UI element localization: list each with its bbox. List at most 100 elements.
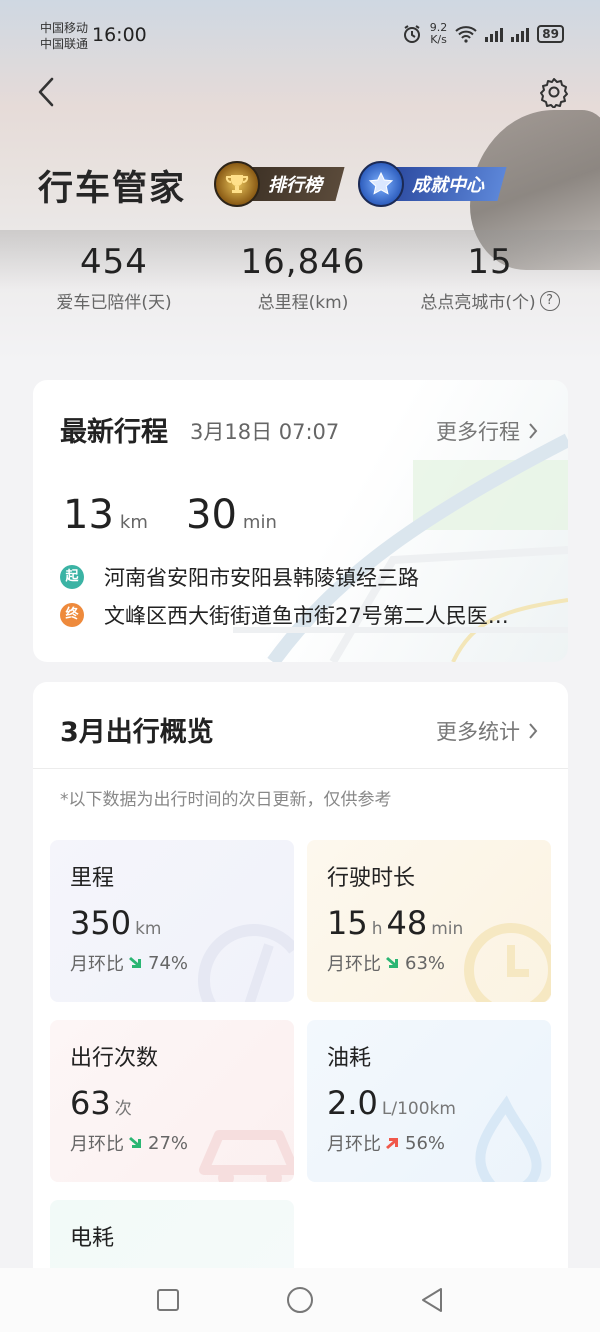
gear-icon: [540, 78, 568, 108]
stat-days: 454 爱车已陪伴(天): [44, 242, 184, 313]
home-button[interactable]: [280, 1280, 320, 1320]
drive-hours-unit: h: [371, 919, 383, 939]
mileage-unit: km: [135, 919, 162, 939]
fuel-drop-icon: [475, 1095, 542, 1182]
compare-label: 月环比: [70, 954, 124, 975]
trip-count-value: 63 次: [70, 1084, 136, 1122]
home-icon: [287, 1287, 313, 1313]
trip-duration-unit: min: [242, 512, 277, 533]
trip-end: 终 文峰区西大街街道鱼市街27号第二人民医…: [60, 600, 509, 630]
more-trips-link[interactable]: 更多行程: [436, 416, 538, 446]
trip-start: 起 河南省安阳市安阳县韩陵镇经三路: [60, 562, 419, 592]
page-title: 行车管家: [38, 169, 187, 209]
battery-indicator: 89: [537, 25, 564, 43]
help-icon[interactable]: ?: [539, 290, 560, 311]
more-trips-label: 更多行程: [436, 420, 520, 444]
speedometer-icon: [198, 924, 294, 1002]
drive-minutes-unit: min: [431, 919, 464, 939]
drive-minutes: 48: [386, 904, 428, 942]
compare-value: 56%: [405, 1132, 446, 1154]
settings-button[interactable]: [536, 74, 572, 110]
arrow-down-icon: [386, 957, 398, 968]
end-marker: 终: [60, 603, 84, 627]
mileage-title: 里程: [70, 866, 115, 891]
latest-trip-title: 最新行程: [60, 417, 168, 448]
alarm-icon: [403, 25, 420, 43]
car-icon: [199, 1130, 294, 1182]
achievement-badge[interactable]: 成就中心: [358, 160, 507, 208]
fuel-unit: L/100km: [381, 1099, 456, 1119]
nav-back-button[interactable]: [412, 1280, 452, 1320]
trip-start-address: 河南省安阳市安阳县韩陵镇经三路: [104, 566, 419, 590]
signal-icon-2: [511, 26, 530, 42]
drive-time-value: 15 h 48 min: [327, 904, 467, 942]
compare-label: 月环比: [327, 954, 381, 975]
trip-count-number: 63: [70, 1084, 111, 1122]
carrier-2: 中国联通: [40, 37, 89, 51]
compare-value: 63%: [405, 952, 446, 974]
back-button[interactable]: [28, 74, 64, 110]
latest-trip-card[interactable]: 最新行程 3月18日 07:07 更多行程 13 km 30 min 起 河南省…: [33, 380, 568, 662]
back-icon: [422, 1288, 442, 1312]
fuel-value: 2.0 L/100km: [327, 1084, 460, 1122]
compare-value: 27%: [148, 1132, 189, 1154]
stat-cities[interactable]: 15 总点亮城市(个)?: [410, 242, 570, 313]
trip-duration-value: 30: [186, 492, 237, 538]
more-stats-label: 更多统计: [436, 720, 520, 744]
fuel-consumption-tile[interactable]: 油耗 2.0 L/100km 月环比 56%: [307, 1020, 551, 1182]
carrier-info: 中国移动 中国联通: [40, 20, 88, 52]
arrow-up-icon: [386, 1138, 398, 1149]
monthly-overview-card: 3月出行概览 更多统计 *以下数据为出行时间的次日更新，仅供参考 里程 350 …: [33, 682, 568, 1282]
stat-mileage: 16,846 总里程(km): [228, 242, 378, 313]
trip-count-compare: 月环比 27%: [70, 1130, 188, 1156]
latest-trip-date: 3月18日 07:07: [190, 420, 340, 444]
star-medal-icon: [358, 161, 404, 207]
chevron-right-icon: [529, 423, 538, 439]
drive-time-compare: 月环比 63%: [327, 950, 445, 976]
start-marker: 起: [60, 565, 84, 589]
drive-time-title: 行驶时长: [327, 866, 416, 891]
compare-value: 74%: [148, 952, 189, 974]
trip-duration: 30 min: [186, 492, 277, 538]
trip-distance-value: 13: [63, 492, 114, 538]
wifi-icon: [455, 26, 477, 43]
electric-title: 电耗: [70, 1226, 115, 1251]
more-stats-link[interactable]: 更多统计: [436, 716, 538, 746]
chevron-left-icon: [38, 77, 54, 107]
stat-mileage-label: 总里程(km): [257, 293, 349, 313]
stat-days-label: 爱车已陪伴(天): [56, 293, 172, 313]
stat-cities-label: 总点亮城市(个)?: [410, 288, 570, 313]
overview-title: 3月出行概览: [60, 717, 214, 748]
stat-days-value: 454: [80, 242, 148, 282]
net-speed: 9.2 K/s: [430, 22, 448, 46]
carrier-1: 中国移动: [40, 21, 89, 35]
trip-count-title: 出行次数: [70, 1046, 159, 1071]
mileage-tile[interactable]: 里程 350 km 月环比 74%: [50, 840, 294, 1002]
leaderboard-badge[interactable]: 排行榜: [214, 160, 345, 208]
divider: [33, 768, 568, 769]
net-speed-unit: K/s: [430, 33, 447, 46]
compare-label: 月环比: [70, 1134, 124, 1155]
fuel-number: 2.0: [327, 1084, 378, 1122]
status-bar: 中国移动 中国联通 16:00 9.2 K/s 89: [0, 0, 600, 70]
chevron-right-icon: [529, 723, 538, 739]
mileage-compare: 月环比 74%: [70, 950, 188, 976]
trip-distance: 13 km: [63, 492, 148, 538]
trip-end-address: 文峰区西大街街道鱼市街27号第二人民医…: [104, 604, 509, 628]
drive-time-tile[interactable]: 行驶时长 15 h 48 min 月环比 63%: [307, 840, 551, 1002]
drive-hours: 15: [327, 904, 368, 942]
overview-note: *以下数据为出行时间的次日更新，仅供参考: [60, 790, 392, 810]
trip-count-tile[interactable]: 出行次数 63 次 月环比 27%: [50, 1020, 294, 1182]
stat-cities-value: 15: [467, 242, 513, 282]
signal-icon-1: [485, 26, 504, 42]
recent-apps-icon: [157, 1289, 179, 1311]
status-icons: 9.2 K/s 89: [402, 22, 564, 46]
recent-apps-button[interactable]: [148, 1280, 188, 1320]
stat-mileage-value: 16,846: [240, 242, 366, 282]
mileage-value: 350 km: [70, 904, 165, 942]
trip-count-unit: 次: [114, 1099, 132, 1119]
trophy-icon: [214, 161, 260, 207]
fuel-title: 油耗: [327, 1046, 372, 1071]
arrow-down-icon: [129, 1137, 141, 1148]
system-nav-bar: [0, 1268, 600, 1332]
